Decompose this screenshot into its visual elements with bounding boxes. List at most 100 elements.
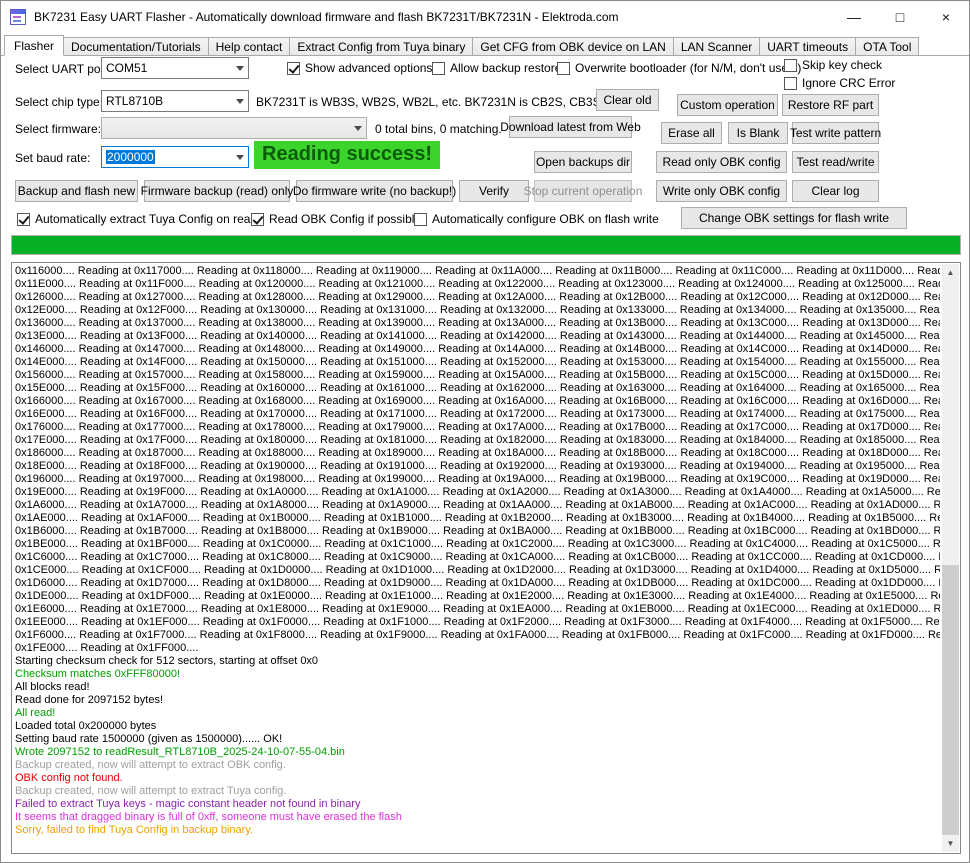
- tab-ota-tool[interactable]: OTA Tool: [855, 37, 920, 56]
- test-write-pattern-button[interactable]: Test write pattern: [790, 122, 881, 144]
- log-line: 0x12E000.... Reading at 0x12F000.... Rea…: [15, 304, 940, 316]
- scrollbar-thumb[interactable]: [942, 565, 959, 835]
- chip-type-select[interactable]: RTL8710B: [101, 90, 249, 112]
- tab-extract-config-tuya[interactable]: Extract Config from Tuya binary: [289, 37, 474, 56]
- erase-all-button[interactable]: Erase all: [661, 122, 722, 144]
- check-icon: [252, 212, 264, 225]
- test-read-write-button[interactable]: Test read/write: [792, 151, 879, 173]
- progress-bar: [11, 235, 961, 255]
- minimize-icon[interactable]: —: [831, 1, 877, 33]
- log-line: Read done for 2097152 bytes!: [15, 694, 164, 706]
- chip-info-text: BK7231T is WB3S, WB2S, WB2L, etc. BK7231…: [256, 95, 624, 109]
- window-controls: — □ ×: [831, 1, 969, 33]
- do-firmware-write-button[interactable]: Do firmware write (no backup!): [293, 180, 456, 202]
- firmware-label: Select firmware:: [15, 122, 102, 136]
- log-line: 0x136000.... Reading at 0x137000.... Rea…: [15, 317, 940, 329]
- firmware-backup-button[interactable]: Firmware backup (read) only: [141, 180, 293, 202]
- check-icon: [18, 212, 30, 225]
- tab-uart-timeouts[interactable]: UART timeouts: [759, 37, 857, 56]
- checkbox-label: Automatically extract Tuya Config on rea…: [35, 212, 258, 226]
- checkbox-box: [287, 61, 300, 75]
- log-line: 0x1AE000.... Reading at 0x1AF000.... Rea…: [15, 512, 940, 524]
- checkbox-label: Ignore CRC Error: [802, 76, 896, 90]
- baud-rate-value: 2000000: [102, 150, 231, 164]
- log-line: 0x1A6000.... Reading at 0x1A7000.... Rea…: [15, 499, 940, 511]
- restore-rf-part-button[interactable]: Restore RF part: [782, 94, 879, 116]
- overwrite-bootloader-checkbox[interactable]: Overwrite bootloader (for N/M, don't use…: [557, 60, 801, 76]
- allow-backup-restore-checkbox[interactable]: Allow backup restore: [432, 60, 561, 76]
- log-line: 0x15E000.... Reading at 0x15F000.... Rea…: [15, 382, 940, 394]
- is-blank-button[interactable]: Is Blank: [728, 122, 788, 144]
- log-line: 0x14E000.... Reading at 0x14F000.... Rea…: [15, 356, 940, 368]
- log-line: 0x1F6000.... Reading at 0x1F7000.... Rea…: [15, 629, 940, 641]
- close-icon[interactable]: ×: [923, 1, 969, 33]
- tab-help-contact[interactable]: Help contact: [207, 37, 291, 56]
- log-output[interactable]: 0x116000.... Reading at 0x117000.... Rea…: [11, 262, 961, 854]
- chevron-down-icon[interactable]: [231, 58, 248, 78]
- auto-configure-obk-checkbox[interactable]: Automatically configure OBK on flash wri…: [414, 211, 659, 227]
- custom-operation-button[interactable]: Custom operation: [677, 94, 778, 116]
- log-line: 0x166000.... Reading at 0x167000.... Rea…: [15, 395, 940, 407]
- backup-and-flash-button[interactable]: Backup and flash new: [15, 180, 138, 202]
- firmware-select[interactable]: [101, 117, 367, 139]
- window-title: BK7231 Easy UART Flasher - Automatically…: [34, 10, 619, 24]
- log-line: 0x196000.... Reading at 0x197000.... Rea…: [15, 473, 940, 485]
- log-line: 0x19E000.... Reading at 0x19F000.... Rea…: [15, 486, 940, 498]
- clear-old-button[interactable]: Clear old: [596, 89, 659, 111]
- tab-lan-scanner[interactable]: LAN Scanner: [672, 37, 761, 56]
- checkbox-label: Overwrite bootloader (for N/M, don't use…: [575, 61, 802, 75]
- read-obk-if-possible-checkbox[interactable]: Read OBK Config if possible: [251, 211, 421, 227]
- write-only-obk-config-button[interactable]: Write only OBK config: [656, 180, 787, 202]
- download-latest-button[interactable]: Download latest from Web: [500, 116, 641, 138]
- log-line: 0x1B6000.... Reading at 0x1B7000.... Rea…: [15, 525, 940, 537]
- log-line: 0x18E000.... Reading at 0x18F000.... Rea…: [15, 460, 940, 472]
- skip-key-check-checkbox[interactable]: Skip key check: [784, 57, 882, 73]
- tab-flasher[interactable]: Flasher: [4, 35, 65, 56]
- log-scrollbar[interactable]: ▲ ▼: [942, 264, 959, 852]
- firmware-stats-text: 0 total bins, 0 matching.: [375, 122, 502, 136]
- checkbox-box: [17, 212, 30, 226]
- log-line: Backup created, now will attempt to extr…: [15, 785, 287, 797]
- log-line: It seems that dragged binary is full of …: [15, 811, 402, 823]
- log-line: Setting baud rate 1500000 (given as 1500…: [15, 733, 283, 745]
- log-line: 0x1D6000.... Reading at 0x1D7000.... Rea…: [15, 577, 940, 589]
- log-line: OBK config not found.: [15, 772, 123, 784]
- ignore-crc-checkbox[interactable]: Ignore CRC Error: [784, 75, 895, 91]
- title-bar[interactable]: BK7231 Easy UART Flasher - Automatically…: [1, 1, 969, 33]
- maximize-icon[interactable]: □: [877, 1, 923, 33]
- tab-get-cfg-obk-lan[interactable]: Get CFG from OBK device on LAN: [472, 37, 674, 56]
- log-line: 0x1C6000.... Reading at 0x1C7000.... Rea…: [15, 551, 940, 563]
- chevron-down-icon[interactable]: [231, 147, 248, 167]
- log-line: 0x1CE000.... Reading at 0x1CF000.... Rea…: [15, 564, 940, 576]
- clear-log-button[interactable]: Clear log: [792, 180, 879, 202]
- app-icon: [10, 9, 26, 25]
- log-line: Loaded total 0x200000 bytes: [15, 720, 157, 732]
- tab-documentation-tutorials[interactable]: Documentation/Tutorials: [63, 37, 209, 56]
- chevron-down-icon[interactable]: [349, 118, 366, 138]
- log-line: 0x116000.... Reading at 0x117000.... Rea…: [15, 265, 940, 277]
- show-advanced-checkbox[interactable]: Show advanced options: [287, 60, 432, 76]
- log-line: 0x13E000.... Reading at 0x13F000.... Rea…: [15, 330, 940, 342]
- checkbox-box: [251, 212, 264, 226]
- log-line: All blocks read!: [15, 681, 90, 693]
- change-obk-settings-button[interactable]: Change OBK settings for flash write: [681, 207, 907, 229]
- checkbox-box: [784, 58, 797, 72]
- log-line: 0x17E000.... Reading at 0x17F000.... Rea…: [15, 434, 940, 446]
- checkbox-label: Allow backup restore: [450, 61, 562, 75]
- scroll-down-icon[interactable]: ▼: [942, 835, 959, 852]
- uart-port-select[interactable]: COM51: [101, 57, 249, 79]
- log-line: 0x1BE000.... Reading at 0x1BF000.... Rea…: [15, 538, 940, 550]
- tab-strip: Flasher Documentation/Tutorials Help conta…: [4, 35, 967, 56]
- scroll-up-icon[interactable]: ▲: [942, 264, 959, 281]
- chip-type-label: Select chip type:: [15, 95, 104, 109]
- read-only-obk-config-button[interactable]: Read only OBK config: [656, 151, 787, 173]
- baud-rate-input[interactable]: 2000000: [101, 146, 249, 168]
- checkbox-label: Read OBK Config if possible: [269, 212, 422, 226]
- log-line: 0x186000.... Reading at 0x187000.... Rea…: [15, 447, 940, 459]
- open-backups-dir-button[interactable]: Open backups dir: [534, 151, 632, 173]
- log-line: 0x16E000.... Reading at 0x16F000.... Rea…: [15, 408, 940, 420]
- chevron-down-icon[interactable]: [231, 91, 248, 111]
- verify-button[interactable]: Verify: [459, 180, 529, 202]
- auto-extract-tuya-checkbox[interactable]: Automatically extract Tuya Config on rea…: [17, 211, 257, 227]
- checkbox-box: [557, 61, 570, 75]
